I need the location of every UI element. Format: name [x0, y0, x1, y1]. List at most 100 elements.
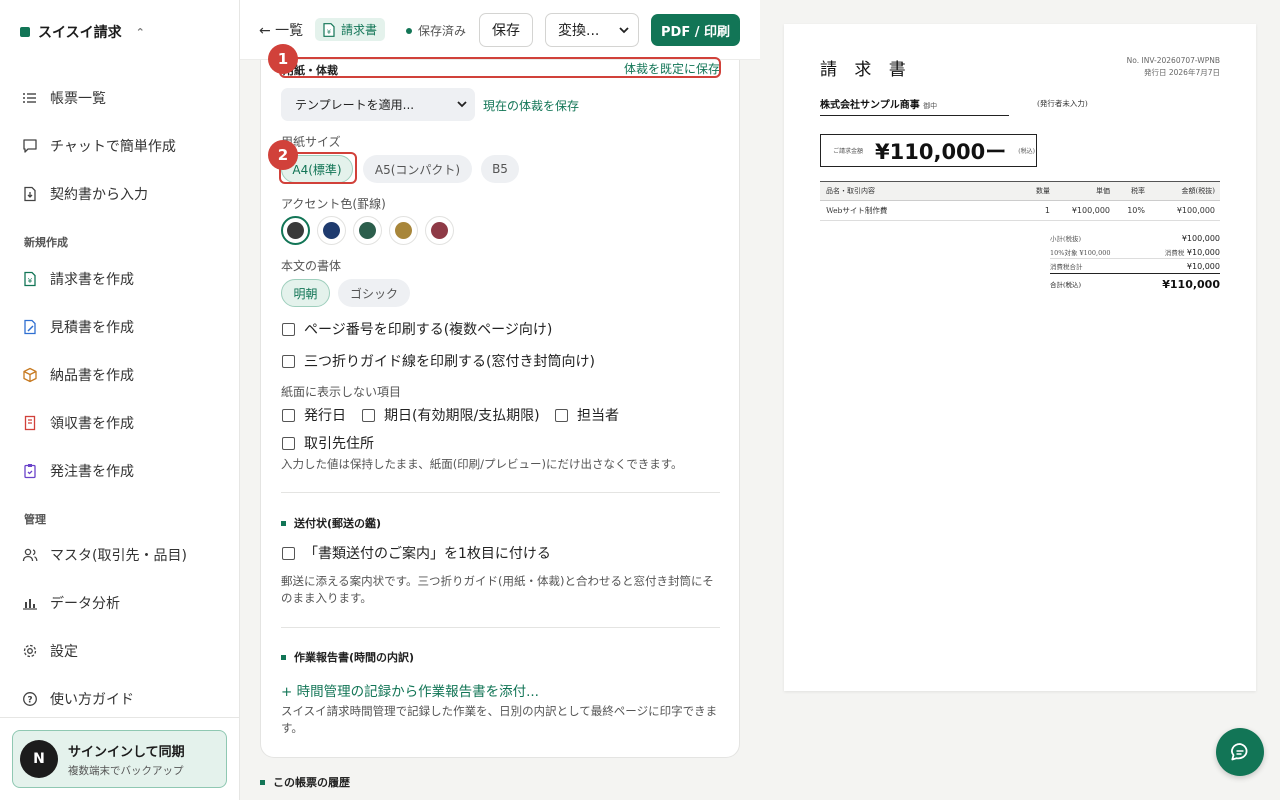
sidebar: スイスイ請求 ⌃ 帳票一覧 チャットで簡単作成 契約書から入力 新規作成 ¥ 請… — [0, 0, 240, 800]
accent-swatch-navy[interactable] — [317, 216, 346, 245]
signin-title: サインインして同期 — [68, 744, 185, 760]
hidden-items-label: 紙面に表示しない項目 — [281, 385, 402, 399]
sidebar-item-master[interactable]: マスタ(取引先・品目) — [22, 543, 187, 567]
checkbox-label: 「書類送付のご案内」を1枚目に付ける — [304, 546, 551, 562]
section-bullet-icon — [281, 654, 286, 660]
attach-work-report-link[interactable]: + 時間管理の記録から作業報告書を添付... — [281, 680, 539, 700]
sidebar-item-create-estimate[interactable]: 見積書を作成 — [22, 315, 134, 339]
print-page-numbers-option[interactable]: ページ番号を印刷する(複数ページ向け) — [282, 319, 552, 339]
hide-issue-date-option[interactable]: 発行日 — [282, 405, 346, 425]
sidebar-item-label: 納品書を作成 — [50, 368, 134, 384]
checkbox[interactable] — [282, 322, 295, 336]
preview-cell-price: ¥100,000 — [1071, 206, 1110, 215]
section-bullet-icon — [281, 520, 286, 526]
preview-col-qty: 数量 — [1036, 187, 1050, 195]
convert-select[interactable]: 変換... — [545, 13, 639, 47]
sidebar-item-label: 設定 — [50, 644, 78, 660]
checkbox[interactable] — [282, 546, 295, 560]
brand-switcher[interactable]: スイスイ請求 ⌃ — [20, 22, 145, 42]
sidebar-item-label: 領収書を作成 — [50, 416, 134, 432]
accent-swatch-burgundy[interactable] — [425, 216, 454, 245]
sidebar-item-guide[interactable]: ? 使い方ガイド — [22, 687, 134, 711]
hide-client-address-option[interactable]: 取引先住所 — [282, 433, 374, 453]
chat-assistant-button[interactable] — [1216, 728, 1264, 776]
save-status-label: 保存済み — [418, 24, 467, 38]
users-icon — [22, 548, 38, 562]
checkbox[interactable] — [282, 436, 295, 450]
preview-tax-breakdown-row: 10%対象 ¥100,000 消費税 ¥10,000 — [1050, 245, 1220, 259]
checkbox-label: 取引先住所 — [304, 436, 374, 452]
preview-client-name: 株式会社サンプル商事 — [820, 100, 920, 111]
sidebar-item-label: マスタ(取引先・品目) — [50, 548, 187, 564]
checkbox[interactable] — [555, 408, 568, 422]
estimate-icon — [24, 319, 36, 335]
save-button[interactable]: 保存 — [479, 13, 533, 47]
hide-person-in-charge-option[interactable]: 担当者 — [555, 405, 619, 425]
signin-text: サインインして同期 複数端末でバックアップ — [68, 741, 185, 778]
paper-size-a5[interactable]: A5(コンパクト) — [363, 155, 472, 183]
sidebar-item-create-invoice[interactable]: ¥ 請求書を作成 — [22, 267, 134, 291]
preview-table-header: 品名・取引内容 数量 単価 税率 金額(税抜) — [820, 181, 1220, 201]
preview-total-row: 合計(税込) ¥110,000 — [1050, 274, 1220, 294]
section-title-cover-letter: 送付状(郵送の鑑) — [281, 515, 381, 531]
preview-total-label: 合計(税込) — [1050, 281, 1082, 289]
annotation-badge-2: 2 — [268, 140, 298, 170]
swatch-fill — [431, 222, 448, 239]
sidebar-item-create-order[interactable]: 発注書を作成 — [22, 459, 134, 483]
receipt-icon — [24, 415, 36, 431]
print-fold-guides-option[interactable]: 三つ折りガイド線を印刷する(窓付き封筒向け) — [282, 351, 595, 371]
paper-size-b5[interactable]: B5 — [481, 155, 519, 183]
accent-swatch-green[interactable] — [353, 216, 382, 245]
section-bullet-icon — [260, 779, 265, 785]
font-label: 本文の書体 — [281, 259, 342, 273]
accent-swatch-charcoal[interactable] — [281, 216, 310, 245]
annotation-badge-1: 1 — [268, 44, 298, 74]
swatch-fill — [287, 222, 304, 239]
preview-issuer-placeholder: (発行者未入力) — [1037, 99, 1088, 108]
table-row: Webサイト制作費 1 ¥100,000 10% ¥100,000 — [820, 201, 1220, 221]
sidebar-divider — [0, 717, 239, 718]
sidebar-item-create-delivery[interactable]: 納品書を作成 — [22, 363, 134, 387]
font-gothic[interactable]: ゴシック — [338, 279, 410, 307]
swatch-fill — [359, 222, 376, 239]
preview-tax-total-label: 消費税合計 — [1050, 263, 1083, 271]
work-report-note: スイスイ請求時間管理で記録した作業を、日別の内訳として最終ページに印字できます。 — [281, 704, 718, 735]
preview-amount-label: ご請求金額 — [833, 148, 864, 155]
hide-due-date-option[interactable]: 期日(有効期限/支払期限) — [362, 405, 540, 425]
preview-subtotal: ¥100,000 — [1181, 233, 1220, 243]
signin-subtitle: 複数端末でバックアップ — [68, 764, 184, 777]
back-to-list-link[interactable]: ← 一覧 — [259, 20, 303, 40]
sidebar-item-label: 使い方ガイド — [50, 692, 134, 708]
sidebar-item-analytics[interactable]: データ分析 — [22, 591, 120, 615]
preview-taxable-label: 10%対象 ¥100,000 — [1050, 248, 1111, 257]
sidebar-item-documents[interactable]: 帳票一覧 — [22, 86, 106, 110]
font-mincho[interactable]: 明朝 — [281, 279, 330, 307]
checkbox[interactable] — [282, 408, 295, 422]
section-divider — [281, 492, 720, 493]
bar-chart-icon — [23, 599, 37, 610]
preview-cell-amount: ¥100,000 — [1176, 206, 1215, 215]
sidebar-item-contract-import[interactable]: 契約書から入力 — [22, 182, 148, 206]
sidebar-item-settings[interactable]: 設定 — [22, 639, 78, 663]
preview-title: 請 求 書 — [820, 60, 912, 80]
checkbox-label: 期日(有効期限/支払期限) — [384, 408, 540, 424]
save-current-layout-link[interactable]: 現在の体裁を保存 — [483, 97, 579, 114]
swatch-fill — [323, 222, 340, 239]
accent-swatch-gold[interactable] — [389, 216, 418, 245]
checkbox[interactable] — [282, 354, 295, 368]
checkbox[interactable] — [362, 408, 375, 422]
sidebar-item-chat-create[interactable]: チャットで簡単作成 — [22, 134, 176, 158]
pdf-print-button[interactable]: PDF / 印刷 — [651, 14, 740, 46]
highlight-box-1 — [279, 57, 721, 78]
preview-tax-total: ¥10,000 — [1186, 261, 1220, 271]
signin-sync-card[interactable]: N サインインして同期 複数端末でバックアップ — [12, 730, 227, 788]
sidebar-item-label: 契約書から入力 — [50, 187, 148, 203]
sidebar-item-label: 請求書を作成 — [50, 272, 134, 288]
brand-logo-icon — [20, 27, 30, 37]
sidebar-item-create-receipt[interactable]: 領収書を作成 — [22, 411, 134, 435]
chevron-down-icon — [619, 26, 629, 33]
template-select[interactable]: テンプレートを適用... — [281, 88, 475, 121]
cover-letter-option[interactable]: 「書類送付のご案内」を1枚目に付ける — [282, 543, 551, 563]
svg-text:¥: ¥ — [28, 277, 33, 285]
sidebar-item-label: データ分析 — [50, 596, 120, 612]
